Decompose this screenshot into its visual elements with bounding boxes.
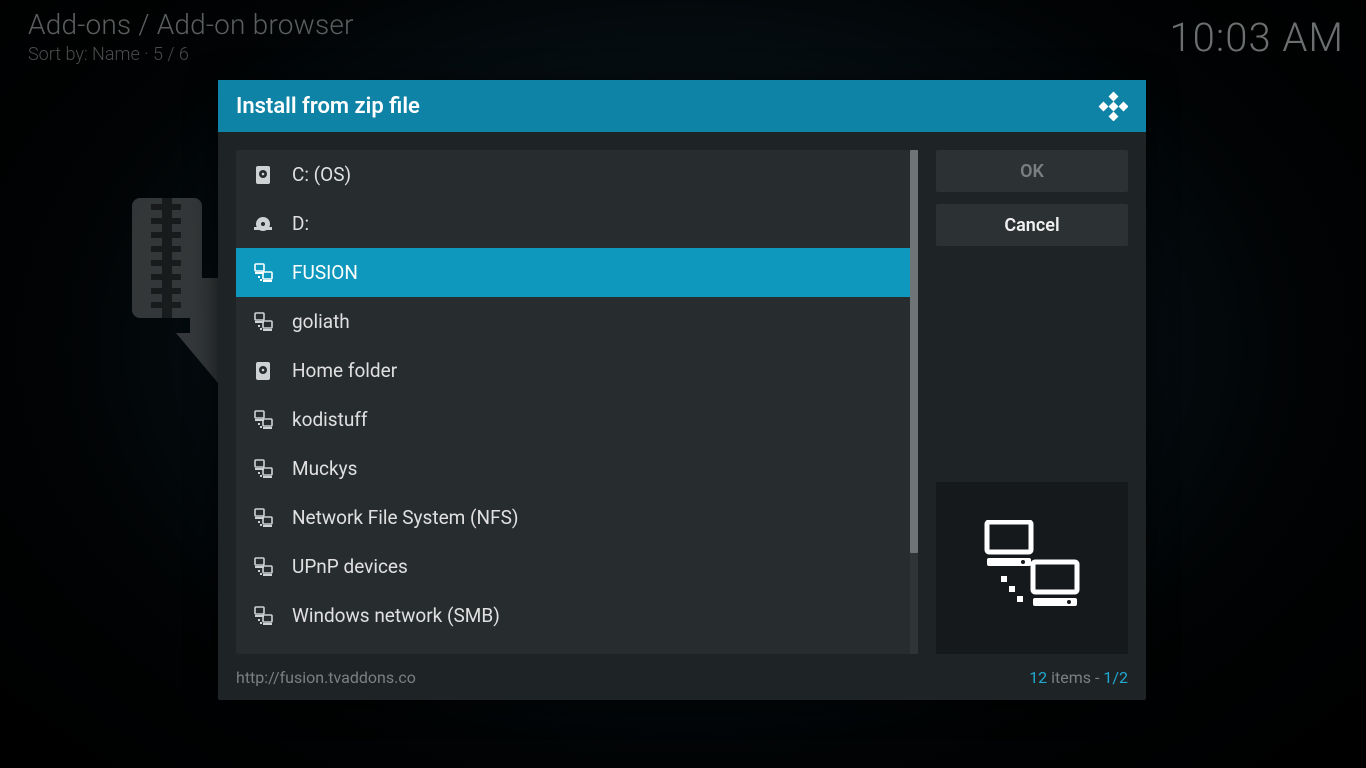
clock: 10:03 AM bbox=[1169, 14, 1344, 61]
file-item-label: goliath bbox=[292, 310, 350, 333]
footer-count: 12 items - 1/2 bbox=[1029, 668, 1128, 687]
cancel-button[interactable]: Cancel bbox=[936, 204, 1128, 246]
network-icon bbox=[252, 605, 274, 627]
file-item-label: Network File System (NFS) bbox=[292, 506, 518, 529]
file-item[interactable]: kodistuff bbox=[236, 395, 910, 444]
file-list: C: (OS) D: FUSION goliath Home folder kodistu… bbox=[236, 150, 918, 654]
disc-icon bbox=[252, 213, 274, 235]
file-item-label: Muckys bbox=[292, 457, 357, 480]
file-item[interactable]: goliath bbox=[236, 297, 910, 346]
network-icon bbox=[252, 556, 274, 578]
network-icon bbox=[252, 311, 274, 333]
network-preview-icon bbox=[977, 520, 1087, 616]
file-item-label: D: bbox=[292, 212, 309, 235]
hdd-icon bbox=[252, 360, 274, 382]
network-icon bbox=[252, 507, 274, 529]
file-item-label: UPnP devices bbox=[292, 555, 408, 578]
install-zip-dialog: Install from zip file C: (OS) D: FUSION gol… bbox=[218, 80, 1146, 700]
file-item-label: C: (OS) bbox=[292, 163, 351, 186]
file-item-label: FUSION bbox=[292, 261, 358, 284]
file-item[interactable]: C: (OS) bbox=[236, 150, 910, 199]
network-icon bbox=[252, 458, 274, 480]
ok-button[interactable]: OK bbox=[936, 150, 1128, 192]
dialog-title: Install from zip file bbox=[236, 94, 420, 119]
dialog-header: Install from zip file bbox=[218, 80, 1146, 132]
file-item[interactable]: D: bbox=[236, 199, 910, 248]
scrollbar-thumb[interactable] bbox=[910, 150, 918, 553]
dialog-footer: http://fusion.tvaddons.co 12 items - 1/2 bbox=[218, 662, 1146, 700]
file-item[interactable]: Network File System (NFS) bbox=[236, 493, 910, 542]
network-icon bbox=[252, 409, 274, 431]
file-item[interactable]: Muckys bbox=[236, 444, 910, 493]
sort-line: Sort by: Name · 5 / 6 bbox=[28, 44, 189, 65]
footer-path: http://fusion.tvaddons.co bbox=[236, 668, 416, 687]
file-item-label: Windows network (SMB) bbox=[292, 604, 500, 627]
scrollbar[interactable] bbox=[910, 150, 918, 654]
file-item[interactable]: FUSION bbox=[236, 248, 910, 297]
breadcrumb: Add-ons / Add-on browser bbox=[28, 8, 354, 41]
file-item[interactable]: UPnP devices bbox=[236, 542, 910, 591]
preview-panel bbox=[936, 482, 1128, 654]
file-item[interactable]: Windows network (SMB) bbox=[236, 591, 910, 640]
file-item[interactable]: Home folder bbox=[236, 346, 910, 395]
hdd-icon bbox=[252, 164, 274, 186]
file-item-label: Home folder bbox=[292, 359, 397, 382]
network-icon bbox=[252, 262, 274, 284]
kodi-logo-icon bbox=[1098, 91, 1128, 121]
file-item-label: kodistuff bbox=[292, 408, 368, 431]
